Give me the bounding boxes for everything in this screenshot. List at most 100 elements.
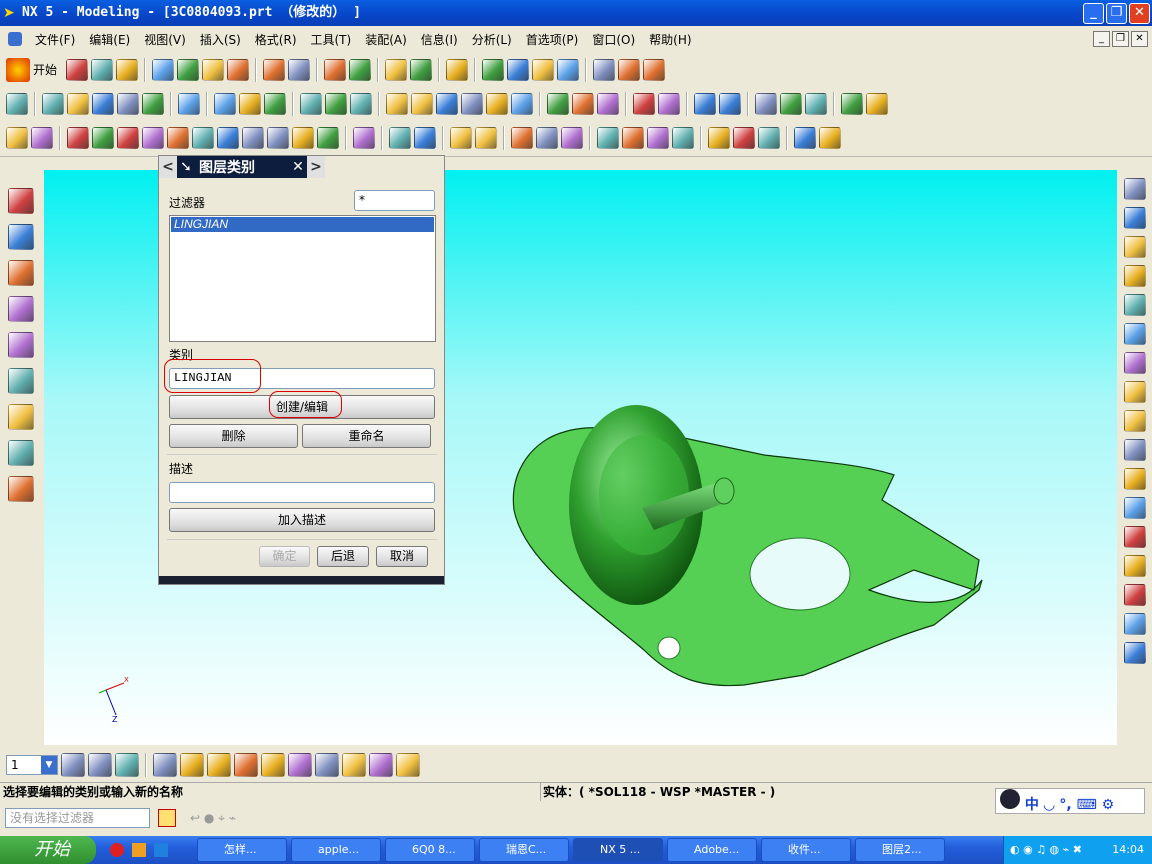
taskbar-button[interactable]: 瑞恩C...: [479, 838, 569, 862]
circle-icon[interactable]: [1123, 526, 1146, 548]
datum-plane-icon[interactable]: [450, 126, 472, 149]
mdi-restore-button[interactable]: ❐: [1112, 31, 1129, 47]
web-browser-icon[interactable]: [8, 260, 34, 286]
edit-object-icon[interactable]: [324, 58, 347, 81]
measure-distance-icon[interactable]: [385, 58, 408, 81]
assembly-nav-icon[interactable]: [6, 92, 28, 115]
surface-sweep-icon[interactable]: [461, 92, 483, 115]
rectangle-icon[interactable]: [31, 126, 53, 149]
snap-mid-icon[interactable]: [396, 752, 420, 777]
draft-analysis-icon[interactable]: [557, 58, 580, 81]
wcs-origin-icon[interactable]: [153, 752, 177, 777]
wcs-dynamic-icon[interactable]: [180, 752, 204, 777]
wave-link-icon[interactable]: [593, 58, 616, 81]
filter-input[interactable]: *: [354, 190, 435, 211]
ie-icon[interactable]: [154, 843, 168, 857]
quicklaunch-icon[interactable]: [110, 843, 124, 857]
view-cylinder-icon[interactable]: [142, 92, 164, 115]
offset-face-icon[interactable]: [647, 126, 669, 149]
face-blend-icon[interactable]: [536, 126, 558, 149]
intersect-icon[interactable]: [794, 126, 816, 149]
curve-analysis-icon[interactable]: [507, 58, 530, 81]
mdi-close-button[interactable]: ✕: [1131, 31, 1148, 47]
layer-settings-icon[interactable]: [61, 752, 85, 777]
link-icon[interactable]: [1123, 178, 1146, 200]
taskbar-button[interactable]: 6Q0 8...: [385, 838, 475, 862]
parallel-line-icon[interactable]: [1123, 265, 1146, 287]
add-description-button[interactable]: 加入描述: [169, 508, 435, 532]
line-icon[interactable]: [1123, 207, 1146, 229]
system-materials-icon[interactable]: [8, 332, 34, 358]
cut-icon[interactable]: [152, 58, 175, 81]
new-file-icon[interactable]: [66, 58, 89, 81]
blend-icon[interactable]: [389, 126, 411, 149]
keyboard-icon[interactable]: ⌨ ⚙: [1077, 797, 1115, 813]
maximize-button[interactable]: ❐: [1106, 3, 1127, 24]
block-icon[interactable]: [92, 126, 114, 149]
menu-item[interactable]: 信息(I): [414, 31, 465, 48]
cylinder-icon[interactable]: [300, 92, 322, 115]
subtract-icon[interactable]: [758, 126, 780, 149]
menu-item[interactable]: 插入(S): [193, 31, 248, 48]
back-button[interactable]: 后退: [317, 546, 369, 567]
pad-icon[interactable]: [117, 126, 139, 149]
ime-toolbar[interactable]: 中 ◡ °, ⌨ ⚙: [995, 788, 1145, 814]
view-front-icon[interactable]: [42, 92, 64, 115]
tube-icon[interactable]: [242, 126, 264, 149]
roles-icon[interactable]: [8, 404, 34, 430]
surface-mesh-icon[interactable]: [411, 92, 433, 115]
draft-icon[interactable]: [597, 126, 619, 149]
extension-icon[interactable]: [755, 92, 777, 115]
cone-icon[interactable]: [325, 92, 347, 115]
close-icon[interactable]: ✕: [289, 159, 307, 175]
open-folder-icon[interactable]: [91, 58, 114, 81]
axis-line-icon[interactable]: [1123, 236, 1146, 258]
perpendicular-line-icon[interactable]: [1123, 294, 1146, 316]
section-icon[interactable]: [618, 58, 641, 81]
circle-center-icon[interactable]: [1123, 555, 1146, 577]
menu-item[interactable]: 分析(L): [465, 31, 519, 48]
analysis-icon[interactable]: [446, 58, 469, 81]
extrude-feature-icon[interactable]: [67, 126, 89, 149]
wcs-display-icon[interactable]: [288, 752, 312, 777]
part-navigator-icon[interactable]: [8, 224, 34, 250]
sew-icon[interactable]: [597, 92, 619, 115]
work-layer-select[interactable]: 1 ▼: [6, 754, 58, 775]
hole-icon[interactable]: [292, 126, 314, 149]
quilt-icon[interactable]: [805, 92, 827, 115]
rename-button[interactable]: 重命名: [302, 424, 431, 448]
start-icon[interactable]: [6, 57, 30, 82]
trim-body-icon[interactable]: [633, 92, 655, 115]
surface-through-icon[interactable]: [436, 92, 458, 115]
trim-icon[interactable]: [708, 126, 730, 149]
pin-icon[interactable]: ➘: [177, 159, 195, 175]
redo-icon[interactable]: [288, 58, 311, 81]
chevron-down-icon[interactable]: ▼: [41, 755, 57, 774]
taskbar-button[interactable]: apple...: [291, 838, 381, 862]
taskbar-button[interactable]: NX 5 ...: [573, 838, 663, 862]
fillet-icon[interactable]: [1123, 468, 1146, 490]
copy-icon[interactable]: [177, 58, 200, 81]
offset-surface-icon[interactable]: [547, 92, 569, 115]
view-cube-icon[interactable]: [178, 92, 200, 115]
groove-icon[interactable]: [217, 126, 239, 149]
layer-move-icon[interactable]: [115, 752, 139, 777]
feature-pattern-icon[interactable]: [353, 126, 375, 149]
arc-icon[interactable]: [1123, 410, 1146, 432]
wcs-rotate-icon[interactable]: [207, 752, 231, 777]
list-item[interactable]: LINGJIAN: [171, 217, 434, 232]
select-icon[interactable]: [349, 58, 372, 81]
taskbar-button[interactable]: 图层2...: [855, 838, 945, 862]
grid-icon[interactable]: [1123, 381, 1146, 403]
circle-center-point-icon[interactable]: [1123, 642, 1146, 664]
menu-item[interactable]: 格式(R): [248, 31, 304, 48]
shell-icon[interactable]: [561, 126, 583, 149]
taper-icon[interactable]: [622, 126, 644, 149]
extrude-icon[interactable]: [214, 92, 236, 115]
chevron-right-icon[interactable]: >: [307, 156, 325, 178]
view-iso-icon[interactable]: [67, 92, 89, 115]
view-wire-icon[interactable]: [117, 92, 139, 115]
palette-icon[interactable]: [8, 368, 34, 394]
cancel-button[interactable]: 取消: [376, 546, 428, 567]
wcs-origin-point-icon[interactable]: [234, 752, 258, 777]
